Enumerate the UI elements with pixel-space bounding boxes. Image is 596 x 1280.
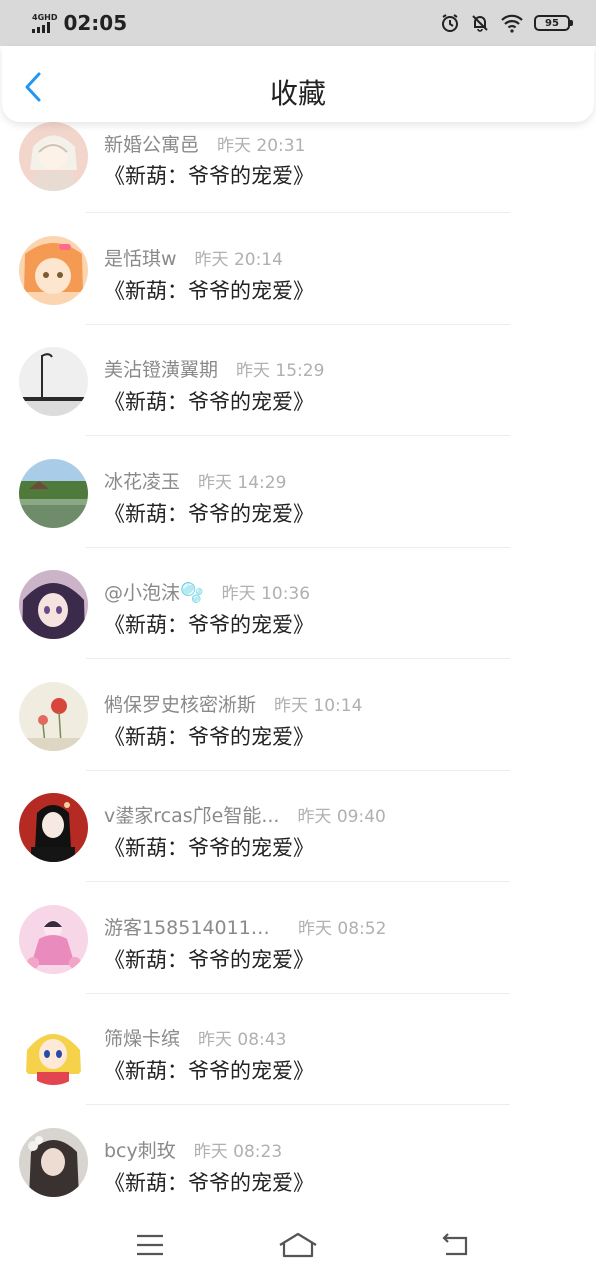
- list-item[interactable]: v鍙家rcas邝e智能... 昨天 09:40 《新葫：爷爷的宠爱》: [0, 771, 596, 883]
- list-item[interactable]: 是恬琪w 昨天 20:14 《新葫：爷爷的宠爱》: [0, 214, 596, 326]
- favorites-list: 新婚公寓邑 昨天 20:31 《新葫：爷爷的宠爱》 是恬琪w 昨天 20:14 …: [0, 102, 596, 1217]
- back-arrow-icon: [442, 1233, 468, 1256]
- item-meta: @小泡沫🫧 昨天 10:36: [104, 578, 310, 605]
- user-avatar[interactable]: [19, 904, 88, 974]
- item-time: 昨天 14:29: [198, 472, 287, 493]
- status-left: 4GHD 02:05: [32, 11, 127, 35]
- user-avatar[interactable]: [19, 122, 88, 191]
- user-name[interactable]: 游客15851401123...: [104, 913, 280, 940]
- item-time: 昨天 10:36: [221, 584, 311, 604]
- user-avatar[interactable]: [19, 1127, 88, 1197]
- menu-button[interactable]: [130, 1228, 170, 1262]
- network-indicator: 4GHD: [32, 13, 57, 33]
- user-name[interactable]: @小泡沫🫧: [104, 578, 204, 605]
- item-meta: bcy刺玫 昨天 08:23: [104, 1136, 282, 1163]
- item-meta: 美沾镫潢翼期 昨天 15:29: [104, 355, 324, 382]
- menu-icon: [137, 1234, 163, 1256]
- user-avatar[interactable]: [19, 458, 88, 528]
- status-bar: 4GHD 02:05 95: [0, 0, 596, 46]
- user-name[interactable]: 筛燥卡缤: [104, 1024, 180, 1051]
- back-nav-button[interactable]: [434, 1228, 474, 1262]
- user-name[interactable]: v鍙家rcas邝e智能...: [104, 801, 279, 828]
- item-time: 昨天 08:43: [198, 1030, 287, 1050]
- home-icon: [279, 1232, 317, 1258]
- work-title[interactable]: 《新葫：爷爷的宠爱》: [104, 832, 314, 862]
- clock: 02:05: [63, 11, 128, 35]
- user-name[interactable]: 冰花凌玉: [104, 467, 180, 494]
- user-name[interactable]: bcy刺玫: [104, 1136, 176, 1163]
- item-time: 昨天 10:14: [274, 695, 363, 716]
- user-avatar[interactable]: [19, 681, 88, 751]
- user-avatar[interactable]: [19, 347, 88, 416]
- user-name[interactable]: 是恬琪w: [104, 244, 177, 271]
- work-title[interactable]: 《新葫：爷爷的宠爱》: [104, 944, 314, 974]
- user-avatar[interactable]: [19, 793, 88, 862]
- list-item[interactable]: bcy刺玫 昨天 08:23 《新葫：爷爷的宠爱》: [0, 1106, 596, 1218]
- page-title: 收藏: [269, 77, 326, 110]
- network-label: 4GHD: [32, 13, 58, 22]
- item-time: 昨天 20:31: [217, 136, 306, 156]
- item-time: 昨天 15:29: [236, 361, 325, 381]
- work-title[interactable]: 《新葫：爷爷的宠爱》: [104, 721, 314, 751]
- system-nav-bar: [0, 1212, 596, 1280]
- work-title[interactable]: 《新葫：爷爷的宠爱》: [104, 160, 314, 190]
- list-item[interactable]: @小泡沫🫧 昨天 10:36 《新葫：爷爷的宠爱》: [0, 548, 596, 660]
- item-meta: 游客15851401123... 昨天 08:52: [104, 913, 386, 940]
- wifi-icon: [500, 13, 524, 33]
- work-title[interactable]: 《新葫：爷爷的宠爱》: [104, 498, 314, 528]
- list-item[interactable]: 游客15851401123... 昨天 08:52 《新葫：爷爷的宠爱》: [0, 883, 596, 995]
- alarm-icon: [440, 13, 460, 33]
- item-meta: 是恬琪w 昨天 20:14: [104, 244, 283, 271]
- home-button[interactable]: [278, 1228, 318, 1262]
- status-right: 95: [440, 13, 573, 33]
- user-name[interactable]: 美沾镫潢翼期: [104, 355, 218, 382]
- work-title[interactable]: 《新葫：爷爷的宠爱》: [104, 386, 314, 416]
- user-avatar[interactable]: [19, 1016, 88, 1085]
- item-meta: 筛燥卡缤 昨天 08:43: [104, 1024, 286, 1051]
- list-item[interactable]: 冰花凌玉 昨天 14:29 《新葫：爷爷的宠爱》: [0, 437, 596, 549]
- item-meta: 冰花凌玉 昨天 14:29: [104, 467, 286, 494]
- item-meta: 鸺保罗史核密淅斯 昨天 10:14: [104, 690, 362, 717]
- work-title[interactable]: 《新葫：爷爷的宠爱》: [104, 609, 314, 639]
- user-name[interactable]: 鸺保罗史核密淅斯: [104, 690, 256, 717]
- item-time: 昨天 20:14: [194, 249, 283, 270]
- battery-icon: 95: [534, 15, 573, 31]
- item-time: 昨天 09:40: [297, 807, 386, 827]
- app-header: 收藏: [2, 46, 594, 122]
- bell-off-icon: [470, 13, 490, 33]
- work-title[interactable]: 《新葫：爷爷的宠爱》: [104, 275, 314, 305]
- signal-icon: [32, 22, 50, 33]
- item-meta: v鍙家rcas邝e智能... 昨天 09:40: [104, 801, 386, 828]
- list-item[interactable]: 美沾镫潢翼期 昨天 15:29 《新葫：爷爷的宠爱》: [0, 325, 596, 437]
- work-title[interactable]: 《新葫：爷爷的宠爱》: [104, 1167, 314, 1197]
- list-item[interactable]: 筛燥卡缤 昨天 08:43 《新葫：爷爷的宠爱》: [0, 994, 596, 1106]
- user-name[interactable]: 新婚公寓邑: [104, 130, 199, 157]
- list-item[interactable]: 鸺保罗史核密淅斯 昨天 10:14 《新葫：爷爷的宠爱》: [0, 660, 596, 772]
- user-avatar[interactable]: [19, 235, 88, 305]
- item-time: 昨天 08:52: [298, 918, 387, 939]
- user-avatar[interactable]: [19, 570, 88, 639]
- work-title[interactable]: 《新葫：爷爷的宠爱》: [104, 1055, 314, 1085]
- item-meta: 新婚公寓邑 昨天 20:31: [104, 130, 305, 157]
- item-time: 昨天 08:23: [193, 1141, 283, 1162]
